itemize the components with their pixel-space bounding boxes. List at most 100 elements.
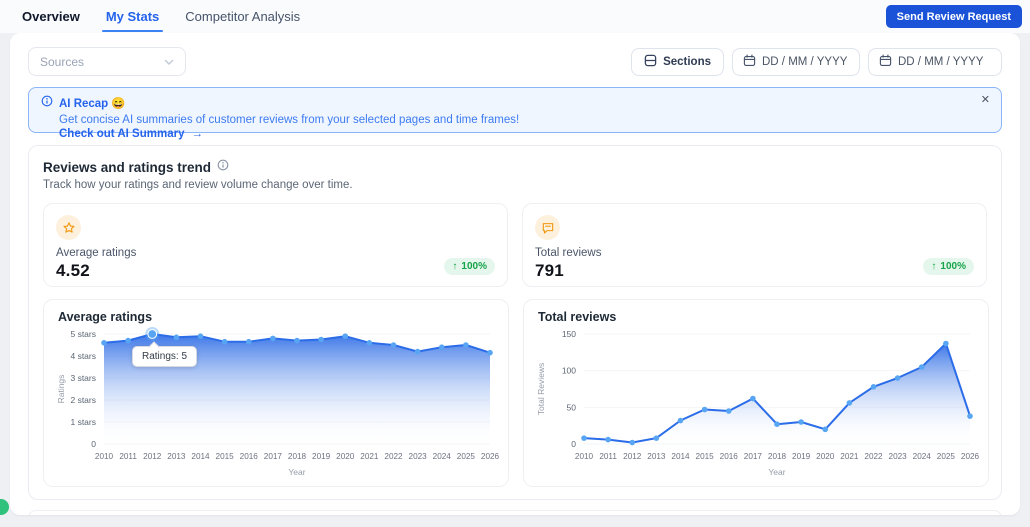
section-title: Reviews and ratings trend [43, 160, 211, 175]
chart-title: Average ratings [58, 310, 500, 324]
svg-text:2025: 2025 [457, 452, 476, 461]
section-subtitle: Track how your ratings and review volume… [43, 179, 987, 191]
change-badge: ↑ 100% [444, 258, 495, 275]
sections-button-label: Sections [663, 56, 711, 68]
date-to-placeholder: DD / MM / YYYY [898, 56, 983, 68]
svg-text:2017: 2017 [744, 452, 763, 461]
total-reviews-chart[interactable]: 1501005002010201120122013201420152016201… [534, 326, 980, 478]
chat-fab-button[interactable] [0, 499, 9, 515]
average-ratings-chart-card: Average ratings Ratings: 5 5 stars 4 star… [43, 299, 509, 487]
average-ratings-chart[interactable]: Ratings: 5 5 stars 4 stars 3 stars 2 stars 1… [54, 326, 500, 478]
star-icon [56, 215, 81, 240]
svg-text:2026: 2026 [481, 452, 500, 461]
sources-select[interactable]: Sources [28, 47, 186, 76]
svg-text:0: 0 [91, 439, 96, 449]
svg-text:50: 50 [567, 402, 577, 412]
ai-summary-link[interactable]: Check out AI Summary → [59, 128, 203, 140]
svg-text:2015: 2015 [696, 452, 715, 461]
svg-text:2022: 2022 [864, 452, 883, 461]
svg-text:2 stars: 2 stars [70, 395, 96, 405]
tab-bar: Overview My Stats Competitor Analysis [22, 0, 300, 33]
svg-text:150: 150 [562, 329, 576, 339]
ai-recap-banner: AI Recap 😄 Get concise AI summaries of c… [28, 87, 1002, 133]
svg-text:2011: 2011 [119, 452, 137, 461]
svg-text:2026: 2026 [961, 452, 980, 461]
calendar-icon [743, 54, 756, 70]
svg-text:2013: 2013 [167, 452, 186, 461]
arrow-up-icon: ↑ [452, 261, 457, 272]
calendar-icon [879, 54, 892, 70]
stat-value: 4.52 [56, 261, 495, 281]
svg-text:2012: 2012 [623, 452, 642, 461]
send-review-request-button[interactable]: Send Review Request [886, 5, 1022, 28]
date-from-placeholder: DD / MM / YYYY [762, 56, 847, 68]
svg-text:2014: 2014 [671, 452, 690, 461]
charts-row: Average ratings Ratings: 5 5 stars 4 star… [43, 299, 987, 487]
change-value: 100% [461, 261, 487, 272]
average-ratings-stat-card: Average ratings 4.52 ↑ 100% [43, 203, 508, 287]
stat-label: Average ratings [56, 247, 495, 259]
svg-text:2010: 2010 [575, 452, 594, 461]
svg-text:2025: 2025 [937, 452, 956, 461]
svg-text:0: 0 [571, 439, 576, 449]
svg-text:100: 100 [562, 366, 576, 376]
svg-text:2023: 2023 [409, 452, 428, 461]
change-badge: ↑ 100% [923, 258, 974, 275]
svg-text:Ratings: Ratings [56, 375, 66, 404]
svg-text:2021: 2021 [840, 452, 859, 461]
svg-text:2012: 2012 [143, 452, 162, 461]
date-from-input[interactable]: DD / MM / YYYY [732, 48, 860, 76]
svg-text:5 stars: 5 stars [70, 329, 96, 339]
main-panel: Sources Sections DD / MM / YYYY [10, 33, 1020, 515]
next-section-peek [28, 510, 1002, 515]
svg-text:2022: 2022 [384, 452, 403, 461]
svg-text:2014: 2014 [191, 452, 210, 461]
info-icon[interactable] [217, 158, 229, 176]
svg-text:2018: 2018 [768, 452, 787, 461]
svg-text:2010: 2010 [95, 452, 114, 461]
stats-row: Average ratings 4.52 ↑ 100% Total review… [43, 203, 987, 287]
svg-text:Year: Year [768, 467, 785, 477]
svg-text:Year: Year [288, 467, 305, 477]
sections-button[interactable]: Sections [631, 48, 724, 76]
date-to-input[interactable]: DD / MM / YYYY [868, 48, 1002, 76]
svg-text:2023: 2023 [889, 452, 908, 461]
svg-text:2024: 2024 [913, 452, 932, 461]
ai-recap-title: AI Recap 😄 [59, 96, 126, 110]
tab-overview[interactable]: Overview [22, 0, 80, 33]
stat-value: 791 [535, 261, 974, 281]
svg-text:3 stars: 3 stars [70, 373, 96, 383]
info-icon [41, 94, 53, 112]
chevron-down-icon [164, 55, 174, 69]
arrow-right-icon: → [191, 128, 203, 140]
svg-text:2015: 2015 [216, 452, 235, 461]
tab-my-stats[interactable]: My Stats [106, 0, 159, 33]
close-icon[interactable]: ✕ [981, 95, 990, 106]
chart-tooltip: Ratings: 5 [132, 346, 197, 367]
svg-text:Total Reviews: Total Reviews [536, 363, 546, 415]
svg-text:2021: 2021 [360, 452, 379, 461]
svg-text:2018: 2018 [288, 452, 307, 461]
ai-recap-description: Get concise AI summaries of customer rev… [59, 114, 989, 126]
stat-label: Total reviews [535, 247, 974, 259]
date-controls-group: Sections DD / MM / YYYY DD / MM / YYYY [631, 48, 1002, 76]
svg-text:1 stars: 1 stars [70, 417, 96, 427]
tab-competitor-analysis[interactable]: Competitor Analysis [185, 0, 300, 33]
chat-bubble-icon [535, 215, 560, 240]
reviews-trend-section: Reviews and ratings trend Track how your… [28, 145, 1002, 500]
svg-text:2019: 2019 [312, 452, 331, 461]
total-reviews-chart-card: Total reviews 15010050020102011201220132… [523, 299, 989, 487]
svg-text:2013: 2013 [647, 452, 666, 461]
svg-text:4 stars: 4 stars [70, 351, 96, 361]
change-value: 100% [940, 261, 966, 272]
ai-summary-link-label: Check out AI Summary [59, 128, 184, 140]
svg-text:2020: 2020 [816, 452, 835, 461]
top-navigation-bar: Overview My Stats Competitor Analysis Se… [0, 0, 1030, 33]
filters-row: Sources Sections DD / MM / YYYY [28, 47, 1002, 76]
svg-text:2016: 2016 [720, 452, 739, 461]
svg-text:2024: 2024 [433, 452, 452, 461]
sections-icon [644, 54, 657, 70]
arrow-up-icon: ↑ [931, 261, 936, 272]
svg-text:2017: 2017 [264, 452, 283, 461]
chart-title: Total reviews [538, 310, 980, 324]
